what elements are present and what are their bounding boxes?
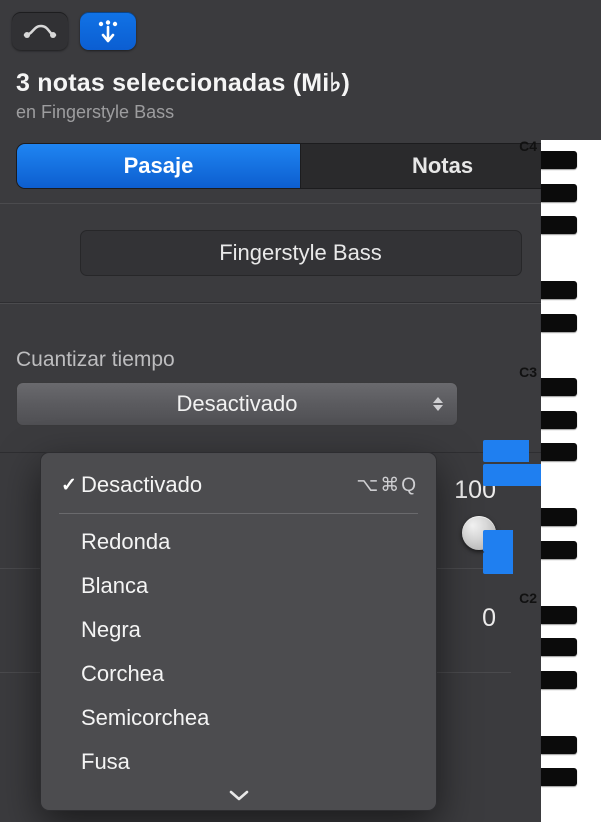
inspector-tabs: Pasaje Notas <box>16 143 585 189</box>
quantize-menu-item-negra[interactable]: Negra <box>41 608 436 652</box>
piano-black-key[interactable] <box>541 411 577 429</box>
piano-white-key[interactable] <box>541 237 601 270</box>
note-highlight <box>483 440 529 462</box>
octave-label-c4: C4 <box>513 138 537 154</box>
octave-label-c2: C2 <box>513 590 537 606</box>
piano-white-key[interactable] <box>541 465 601 498</box>
piano-white-key[interactable] <box>541 790 601 822</box>
quantize-menu-item-redonda[interactable]: Redonda <box>41 520 436 564</box>
piano-black-key[interactable] <box>541 151 577 169</box>
quantize-dropdown[interactable]: Desactivado <box>16 382 458 426</box>
note-highlight <box>483 552 513 574</box>
quantize-selected-value: Desactivado <box>176 391 297 417</box>
quantize-label: Cuantizar tiempo <box>16 348 585 372</box>
piano-black-key[interactable] <box>541 314 577 332</box>
check-icon: ✓ <box>57 474 81 497</box>
automation-button[interactable] <box>12 12 68 50</box>
piano-white-key[interactable] <box>541 692 601 725</box>
inspector-toolbar <box>0 0 601 50</box>
piano-black-key[interactable] <box>541 443 577 461</box>
menu-divider <box>59 513 418 514</box>
piano-black-key[interactable] <box>541 541 577 559</box>
quantize-menu-item-blanca[interactable]: Blanca <box>41 564 436 608</box>
chevron-down-icon <box>228 788 250 802</box>
tab-region[interactable]: Pasaje <box>17 144 301 188</box>
piano-black-key[interactable] <box>541 736 577 754</box>
octave-label-c3: C3 <box>513 364 537 380</box>
piano-black-key[interactable] <box>541 606 577 624</box>
automation-curve-icon <box>23 21 57 41</box>
note-highlight <box>483 530 513 552</box>
piano-black-key[interactable] <box>541 671 577 689</box>
midi-in-icon <box>94 19 122 43</box>
piano-black-key[interactable] <box>541 281 577 299</box>
quantize-menu-item-fusa[interactable]: Fusa <box>41 740 436 784</box>
piano-black-key[interactable] <box>541 216 577 234</box>
quantize-menu: ✓ Desactivado ⌥⌘Q Redonda Blanca Negra C… <box>40 452 437 811</box>
piano-black-key[interactable] <box>541 508 577 526</box>
quantize-menu-item-corchea[interactable]: Corchea <box>41 652 436 696</box>
selection-subtitle: en Fingerstyle Bass <box>16 102 585 123</box>
quantize-menu-item-desactivado[interactable]: ✓ Desactivado ⌥⌘Q <box>41 463 436 507</box>
piano-black-key[interactable] <box>541 378 577 396</box>
piano-keys[interactable] <box>541 140 601 822</box>
piano-black-key[interactable] <box>541 768 577 786</box>
note-highlight <box>483 464 543 486</box>
piano-black-key[interactable] <box>541 184 577 202</box>
region-name-field[interactable]: Fingerstyle Bass <box>80 230 522 276</box>
quantize-menu-item-semicorchea[interactable]: Semicorchea <box>41 696 436 740</box>
piano-white-key[interactable] <box>541 335 601 368</box>
piano-ruler: C4 C3 C2 <box>511 140 601 822</box>
piano-black-key[interactable] <box>541 638 577 656</box>
menu-shortcut: ⌥⌘Q <box>356 474 418 497</box>
menu-more-indicator[interactable] <box>41 784 436 804</box>
selection-title: 3 notas seleccionadas (Mi♭) <box>16 68 585 98</box>
midi-in-button[interactable] <box>80 12 136 50</box>
piano-white-key[interactable] <box>541 562 601 595</box>
dropdown-stepper-icon <box>433 391 451 417</box>
inspector-header: 3 notas seleccionadas (Mi♭) en Fingersty… <box>0 50 601 131</box>
